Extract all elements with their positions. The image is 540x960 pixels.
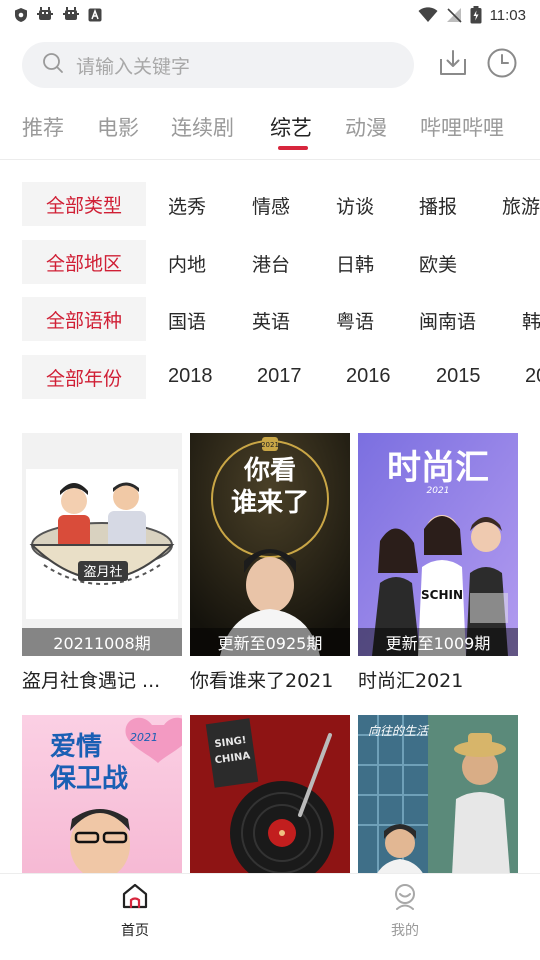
profile-icon — [391, 882, 419, 914]
filter-option[interactable]: 内地 — [168, 250, 206, 277]
show-title[interactable]: 你看谁来了2021 — [190, 666, 350, 693]
filter-option[interactable]: 英语 — [252, 307, 290, 334]
tabs-divider — [0, 159, 540, 160]
filter-option[interactable]: 欧美 — [419, 250, 457, 277]
battery-icon — [470, 6, 482, 24]
poster-year: 2021 — [427, 486, 450, 496]
filter-option[interactable]: 2015 — [436, 365, 481, 388]
poster-year: 2021 — [261, 441, 279, 449]
svg-text:向往的生活: 向往的生活 — [368, 724, 430, 738]
filter-option[interactable]: 2018 — [168, 365, 213, 388]
bug-notification-icon — [62, 7, 80, 23]
keyboard-a-icon — [88, 8, 102, 22]
nav-profile[interactable]: 我的 — [365, 882, 445, 940]
download-button[interactable] — [436, 48, 470, 82]
filter-option[interactable]: 20 — [525, 365, 540, 388]
svg-text:谁来了: 谁来了 — [231, 488, 309, 518]
nav-profile-label: 我的 — [391, 923, 419, 939]
nav-home-label: 首页 — [121, 923, 149, 939]
svg-text:保卫战: 保卫战 — [49, 764, 128, 794]
show-poster[interactable]: 盗月社 20211008期 — [22, 433, 182, 656]
filter-region-all[interactable]: 全部地区 — [22, 240, 146, 284]
active-tab-indicator — [278, 146, 308, 150]
filter-language-all[interactable]: 全部语种 — [22, 297, 146, 341]
show-poster[interactable]: 时尚汇 2021 SCHIN 更新至1009期 — [358, 433, 518, 656]
bug-notification-icon — [36, 7, 54, 23]
status-bar: 11:03 — [0, 0, 540, 30]
episode-badge: 更新至1009期 — [358, 628, 518, 656]
filter-row-year: 全部年份 2018 2017 2016 2015 20 — [0, 355, 540, 399]
filter-option[interactable]: 粤语 — [336, 307, 374, 334]
filter-option[interactable]: 韩 — [522, 307, 540, 334]
show-poster[interactable]: 2021 你看 谁来了 更新至0925期 — [190, 433, 350, 656]
svg-text:爱情: 爱情 — [50, 732, 102, 762]
show-poster[interactable]: 爱情 保卫战 2021 — [22, 715, 182, 875]
tab-recommend[interactable]: 推荐 — [22, 112, 64, 142]
filter-option[interactable]: 闽南语 — [419, 307, 476, 334]
show-poster[interactable]: SING! CHINA — [190, 715, 350, 875]
filter-option[interactable]: 2016 — [346, 365, 391, 388]
show-card[interactable]: 2021 你看 谁来了 更新至0925期 你看谁来了2021 — [190, 433, 350, 693]
search-header: 请输入关键字 — [0, 40, 540, 92]
wifi-icon — [418, 7, 438, 23]
show-title[interactable]: 盗月社食遇记 ... — [22, 666, 182, 693]
filter-option[interactable]: 日韩 — [336, 250, 374, 277]
tab-movies[interactable]: 电影 — [97, 112, 139, 142]
show-poster[interactable]: 向往的生活 — [358, 715, 518, 875]
filter-option[interactable]: 国语 — [168, 307, 206, 334]
filter-row-region: 全部地区 内地 港台 日韩 欧美 — [0, 240, 540, 284]
tab-tv-series[interactable]: 连续剧 — [171, 112, 234, 142]
filter-type-all[interactable]: 全部类型 — [22, 182, 146, 226]
svg-text:你看: 你看 — [243, 456, 296, 486]
clock-icon — [486, 47, 518, 83]
shield-icon — [14, 7, 28, 23]
filter-option[interactable]: 访谈 — [336, 192, 374, 219]
show-card[interactable]: 时尚汇 2021 SCHIN 更新至1009期 时尚汇2021 — [358, 433, 518, 693]
no-signal-icon — [446, 7, 462, 23]
filter-year-all[interactable]: 全部年份 — [22, 355, 146, 399]
show-title[interactable]: 时尚汇2021 — [358, 666, 518, 693]
filter-option[interactable]: 播报 — [419, 192, 457, 219]
poster-logo-text: 时尚汇 — [387, 448, 489, 488]
tab-anime[interactable]: 动漫 — [345, 112, 387, 142]
category-tabs: 推荐 电影 连续剧 综艺 动漫 哔哩哔哩 — [0, 104, 540, 158]
filter-row-type: 全部类型 选秀 情感 访谈 播报 旅游 — [0, 182, 540, 226]
poster-logo-text: 盗月社 — [83, 564, 122, 580]
search-input[interactable]: 请输入关键字 — [22, 42, 414, 88]
tab-bilibili[interactable]: 哔哩哔哩 — [420, 112, 504, 142]
filter-option[interactable]: 选秀 — [168, 192, 206, 219]
home-icon — [121, 882, 149, 914]
episode-badge: 20211008期 — [22, 628, 182, 656]
download-icon — [437, 47, 469, 83]
filter-option[interactable]: 情感 — [252, 192, 290, 219]
search-icon — [42, 52, 64, 78]
filter-option[interactable]: 旅游 — [502, 192, 540, 219]
svg-text:SCHIN: SCHIN — [421, 588, 463, 602]
tab-variety[interactable]: 综艺 — [270, 112, 312, 142]
poster-year: 2021 — [130, 731, 158, 744]
search-placeholder: 请输入关键字 — [76, 55, 191, 78]
show-card[interactable]: 盗月社 20211008期 盗月社食遇记 ... — [22, 433, 182, 693]
clock-time: 11:03 — [489, 6, 526, 24]
filter-option[interactable]: 2017 — [257, 365, 302, 388]
history-button[interactable] — [485, 48, 519, 82]
episode-badge: 更新至0925期 — [190, 628, 350, 656]
filter-row-language: 全部语种 国语 英语 粤语 闽南语 韩 — [0, 297, 540, 341]
bottom-navigation: 首页 我的 — [0, 873, 540, 960]
nav-home[interactable]: 首页 — [95, 882, 175, 940]
filter-option[interactable]: 港台 — [252, 250, 290, 277]
